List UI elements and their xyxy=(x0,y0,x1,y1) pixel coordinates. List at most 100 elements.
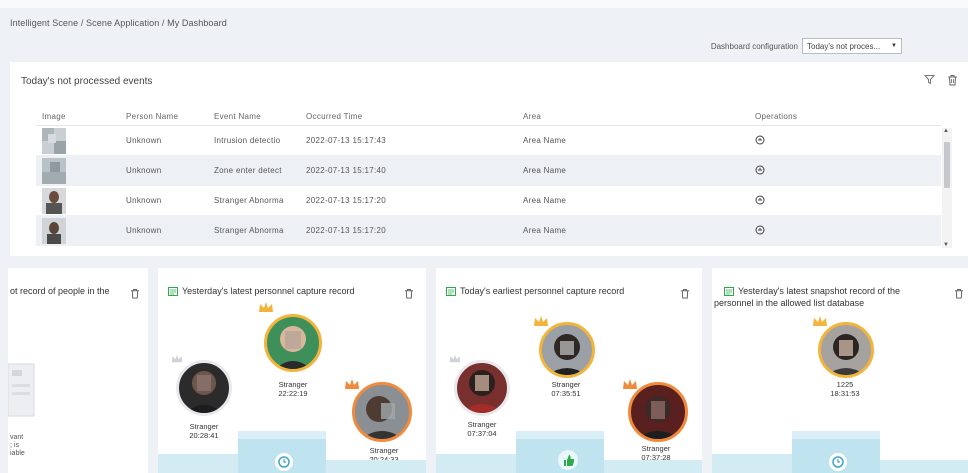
top-strip xyxy=(0,0,968,8)
empty-state-illustration xyxy=(8,363,35,417)
event-thumbnail[interactable] xyxy=(42,157,66,184)
card-allowed-list-snapshot: Yesterday's latest snapshot record of th… xyxy=(712,268,968,473)
operations-cell xyxy=(743,225,941,237)
column-header-occurred-time: Occurred Time xyxy=(306,112,363,121)
empty-state-text: vant ; is iable xyxy=(10,434,25,457)
scroll-thumb[interactable] xyxy=(944,142,950,188)
filter-icon[interactable] xyxy=(924,74,935,85)
capture-label-2: Stranger 07:37:04 xyxy=(467,420,497,438)
events-panel: Today's not processed events Image Perso… xyxy=(10,62,968,256)
person-name-cell: Unknown xyxy=(126,226,162,235)
process-icon[interactable] xyxy=(755,135,765,145)
person-name-cell: Unknown xyxy=(126,136,162,145)
breadcrumb: Intelligent Scene / Scene Application / … xyxy=(10,18,227,28)
column-header-image: Image xyxy=(42,112,66,121)
table-row[interactable]: Unknown Zone enter detect 2022-07-13 15:… xyxy=(36,156,941,186)
process-icon[interactable] xyxy=(755,225,765,235)
card-people-record: ot record of people in the vant ; is iab… xyxy=(8,268,148,473)
table-row[interactable]: Unknown Stranger Abnorma 2022-07-13 15:1… xyxy=(36,186,941,216)
clock-icon xyxy=(275,453,293,471)
event-name-cell: Stranger Abnorma xyxy=(214,196,284,205)
capture-label-2: Stranger 20:28:41 xyxy=(189,422,219,440)
trash-icon[interactable] xyxy=(954,288,964,299)
crown-icon xyxy=(171,354,183,363)
occurred-time-cell: 2022-07-13 15:17:20 xyxy=(306,196,386,205)
chevron-down-icon: ▼ xyxy=(891,43,897,49)
event-thumbnail[interactable] xyxy=(42,187,66,214)
capture-avatar-3[interactable] xyxy=(628,382,688,442)
trash-icon[interactable] xyxy=(130,288,140,299)
card-yesterday-latest-capture: Yesterday's latest personnel capture rec… xyxy=(158,268,426,473)
event-image-cell xyxy=(36,217,126,244)
card-title: Yesterday's latest personnel capture rec… xyxy=(168,285,355,297)
crown-icon xyxy=(345,379,359,389)
trash-icon[interactable] xyxy=(680,288,690,299)
podium-right xyxy=(604,460,702,473)
person-name-cell: Unknown xyxy=(126,166,162,175)
table-scrollbar[interactable]: ▲ ▼ xyxy=(942,128,952,248)
capture-avatar-2[interactable] xyxy=(176,360,232,416)
crown-icon xyxy=(813,316,827,326)
area-cell: Area Name xyxy=(523,226,567,235)
dashboard-cards: ot record of people in the vant ; is iab… xyxy=(0,268,968,473)
area-cell: Area Name xyxy=(523,136,567,145)
podium-top xyxy=(516,431,604,439)
column-header-operations: Operations xyxy=(755,112,798,121)
capture-avatar-1[interactable] xyxy=(539,322,595,378)
podium-right xyxy=(326,460,426,473)
occurred-time-cell: 2022-07-13 15:17:20 xyxy=(306,226,386,235)
events-panel-actions xyxy=(924,74,958,86)
podium-top xyxy=(792,431,880,439)
snapshot-label: 1225 18:31:53 xyxy=(830,380,860,398)
events-panel-title: Today's not processed events xyxy=(21,76,153,87)
event-image-cell xyxy=(36,187,126,214)
crown-icon xyxy=(623,379,637,389)
dashboard-config-value: Today's not proces... xyxy=(807,41,881,51)
capture-avatar-2[interactable] xyxy=(454,360,510,416)
area-cell: Area Name xyxy=(523,166,567,175)
event-image-cell xyxy=(36,127,126,154)
crown-icon xyxy=(534,316,548,326)
capture-avatar-1[interactable] xyxy=(264,314,322,372)
occurred-time-cell: 2022-07-13 15:17:43 xyxy=(306,136,386,145)
dashboard-config-label: Dashboard configuration xyxy=(710,41,798,51)
event-thumbnail[interactable] xyxy=(42,127,66,154)
thumbs-up-icon xyxy=(558,450,578,470)
event-image-cell xyxy=(36,157,126,184)
scroll-up-icon[interactable]: ▲ xyxy=(943,128,949,134)
podium-left xyxy=(158,454,238,473)
operations-cell xyxy=(743,195,941,207)
podium-left xyxy=(436,454,516,473)
process-icon[interactable] xyxy=(755,195,765,205)
capture-label-1: Stranger 22:22:19 xyxy=(278,380,308,398)
process-icon[interactable] xyxy=(755,165,765,175)
event-name-cell: Zone enter detect xyxy=(214,166,282,175)
event-thumbnail[interactable] xyxy=(42,217,66,244)
dashboard-config-select[interactable]: Today's not proces... ▼ xyxy=(802,38,902,54)
card-title: Today's earliest personnel capture recor… xyxy=(446,285,624,297)
clock-icon xyxy=(829,453,847,471)
column-header-person-name: Person Name xyxy=(126,112,179,121)
table-row[interactable]: Unknown Intrusion detectio 2022-07-13 15… xyxy=(36,126,941,156)
operations-cell xyxy=(743,165,941,177)
podium-top xyxy=(238,431,326,439)
crown-icon xyxy=(449,354,461,363)
trash-icon[interactable] xyxy=(404,288,414,299)
events-table: Image Person Name Event Name Occurred Ti… xyxy=(36,108,941,246)
column-header-area: Area xyxy=(523,112,542,121)
occurred-time-cell: 2022-07-13 15:17:40 xyxy=(306,166,386,175)
podium-left xyxy=(712,454,792,473)
area-cell: Area Name xyxy=(523,196,567,205)
trash-icon[interactable] xyxy=(947,74,958,86)
snapshot-avatar[interactable] xyxy=(818,322,874,378)
operations-cell xyxy=(743,135,941,147)
card-title: ot record of people in the xyxy=(10,286,110,296)
scroll-down-icon[interactable]: ▼ xyxy=(943,242,949,248)
column-header-event-name: Event Name xyxy=(214,112,262,121)
podium-right xyxy=(880,460,968,473)
person-name-cell: Unknown xyxy=(126,196,162,205)
table-row[interactable]: Unknown Stranger Abnorma 2022-07-13 15:1… xyxy=(36,216,941,246)
capture-avatar-3[interactable] xyxy=(352,382,412,442)
card-title: Yesterday's latest snapshot record of th… xyxy=(714,286,900,308)
list-icon xyxy=(446,287,456,296)
